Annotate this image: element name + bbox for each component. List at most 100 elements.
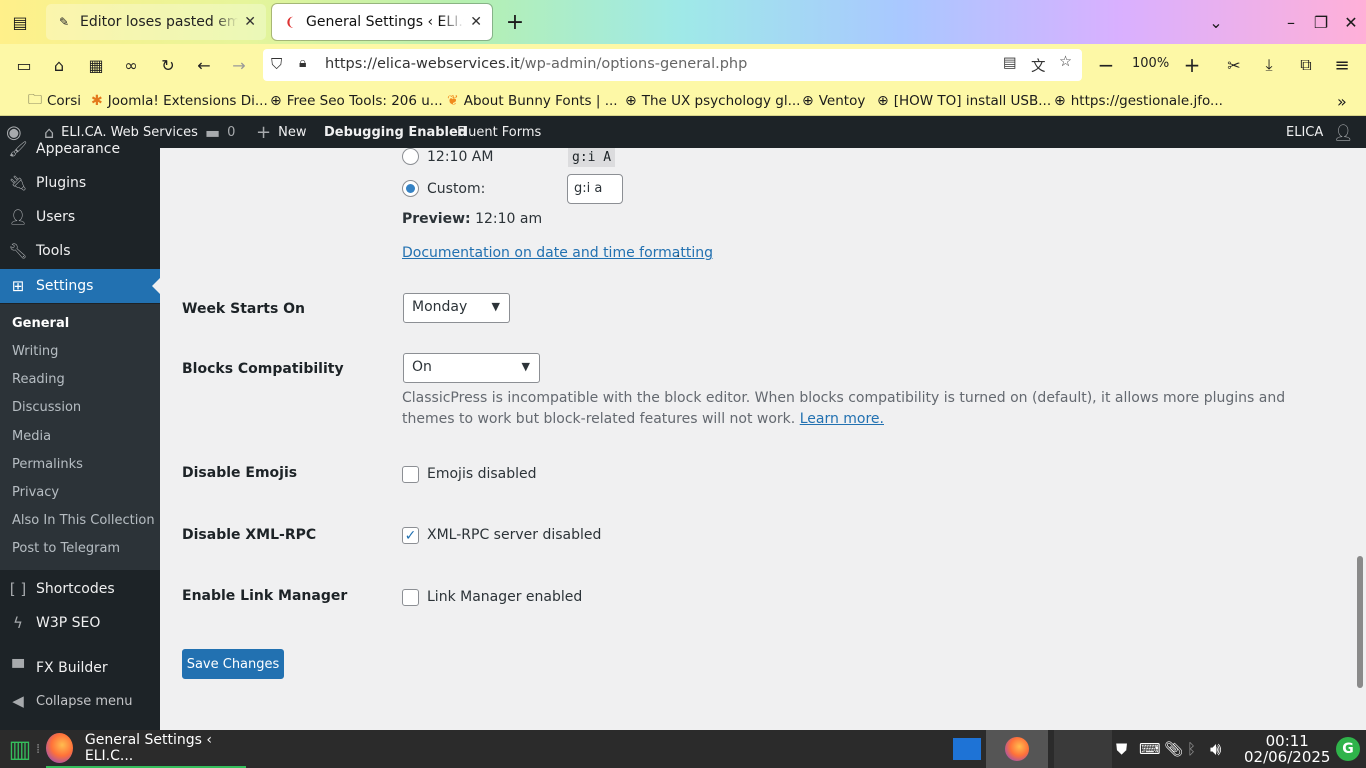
debugging-label: Debugging Enabled [324,124,468,140]
fluent-forms-link[interactable]: Fluent Forms [457,116,541,148]
workspace-empty[interactable] [1054,730,1112,768]
bookmark-folder[interactable]: 🗀 Corsi [28,91,81,111]
zoom-in-icon[interactable]: + [1180,53,1204,77]
workspace-active[interactable] [986,730,1048,768]
submenu-telegram[interactable]: Post to Telegram [12,541,120,556]
emojis-disabled-checkbox[interactable] [402,466,419,483]
bookmark-item[interactable]: ✱ Joomla! Extensions Di... [91,91,268,111]
time-format-radio-custom[interactable] [402,180,419,197]
maximize-icon[interactable]: ❐ [1308,9,1334,35]
bookmark-item[interactable]: ⊕ The UX psychology gl... [625,91,800,111]
extensions-tool-icon[interactable]: ✂ [1222,53,1246,77]
bookmark-star-icon[interactable]: ☆ [1059,54,1072,70]
private-mask-icon[interactable]: ∞ [119,53,143,77]
paperclip-tray-icon[interactable]: 📎︎ [1164,730,1183,768]
link-manager-checkbox[interactable] [402,589,419,606]
bluetooth-tray-icon[interactable]: ᛒ [1187,730,1196,768]
tab-list-icon[interactable]: ⌄ [1203,9,1229,35]
submenu-general[interactable]: General [12,316,69,331]
menu-item-settings[interactable]: ⊞ Settings [0,269,160,303]
menu-item-shortcodes[interactable]: [ ] Shortcodes [0,572,160,606]
puzzle-icon[interactable]: ⧉ [1294,53,1318,77]
menu-item-fxbuilder[interactable]: ▀ FX Builder [0,651,160,685]
blocks-compat-select[interactable]: On ▼ [403,353,540,383]
debugging-enabled-link[interactable]: Debugging Enabled [324,116,467,148]
workspace-icon[interactable] [950,730,984,768]
bookmark-item[interactable]: ❦ About Bunny Fonts | ... [447,91,618,111]
week-starts-select[interactable]: Monday ▼ [403,293,510,323]
bookmark-item[interactable]: ⊕ https://gestionale.jfo... [1054,91,1223,111]
sidebar-toggle-icon[interactable]: ▭ [12,53,36,77]
zoom-level[interactable]: 100% [1132,56,1169,71]
collapse-menu-button[interactable]: ◀ Collapse menu [0,684,160,718]
manjaro-menu-icon[interactable]: ▥ [4,730,36,768]
comments-link[interactable]: ▬ 0 [205,116,235,148]
url-bar[interactable]: ⛉ 🔒︎ https://elica-webservices.it/wp-adm… [263,49,1082,81]
shield-icon[interactable]: ⛉ [271,55,282,73]
zoom-out-icon[interactable]: − [1094,53,1118,77]
save-changes-button[interactable]: Save Changes [182,649,284,679]
menu-item-plugins[interactable]: 🔌︎ Plugins [0,166,160,200]
reader-view-icon[interactable]: ▤ [1003,55,1017,71]
back-icon[interactable]: ← [192,53,216,77]
hamburger-menu-icon[interactable]: ≡ [1330,53,1354,77]
globe-icon: ⊕ [270,93,282,109]
reload-icon[interactable]: ↻ [156,53,180,77]
close-tab-icon[interactable]: ✕ [244,14,256,30]
scrollbar-thumb[interactable] [1357,556,1363,688]
browser-tab-settings[interactable]: ❨ General Settings ‹ ELI.CA. W ✕ [272,4,492,40]
period-text: . [676,245,681,261]
url-domain: https://elica-webservices.it [325,56,520,72]
forward-icon[interactable]: → [227,53,251,77]
custom-time-format-input[interactable]: g:i a [567,174,623,204]
time-format-radio-12h[interactable] [402,148,419,165]
close-window-icon[interactable]: ✕ [1338,9,1364,35]
translate-icon[interactable]: 文 [1031,55,1046,76]
volume-tray-icon[interactable]: 🔊︎ [1210,730,1221,768]
shield-tray-icon[interactable]: ⛊ [1116,730,1127,768]
submenu-collection[interactable]: Also In This Collection [12,513,155,528]
submenu-reading[interactable]: Reading [12,372,65,387]
menu-item-appearance[interactable]: 🖌︎ Appearance [0,132,160,166]
more-bookmarks-icon[interactable]: » [1337,91,1347,111]
url-text[interactable]: https://elica-webservices.it/wp-admin/op… [325,56,747,72]
menu-item-w3pseo[interactable]: ϟ W3P SEO [0,606,160,640]
new-tab-icon[interactable]: + [502,9,528,35]
download-icon[interactable]: ⤓ [1257,53,1281,77]
lock-icon[interactable]: 🔒︎ [299,55,306,71]
clock[interactable]: 00:11 02/06/2025 [1244,733,1330,765]
bookmark-item[interactable]: ⊕ [HOW TO] install USB... [877,91,1051,111]
keyboard-tray-icon[interactable]: ⌨ [1139,730,1161,768]
submenu-discussion[interactable]: Discussion [12,400,81,415]
bookmark-item[interactable]: ⊕ Ventoy [802,91,865,111]
submenu-privacy[interactable]: Privacy [12,485,59,500]
menu-item-users[interactable]: 👤︎ Users [0,200,160,234]
menu-label: Plugins [36,175,87,191]
bookmark-item[interactable]: ⊕ Free Seo Tools: 206 u... [270,91,443,111]
submenu-media[interactable]: Media [12,429,51,444]
learn-more-link[interactable]: Learn more. [800,411,884,427]
comment-icon: ▬ [205,122,221,142]
tab-overview-icon[interactable]: ▤ [7,9,33,35]
user-account-link[interactable]: ELICA 👤︎ [1286,116,1354,148]
date-time-docs-link[interactable]: Documentation on date and time formattin… [402,245,713,261]
page-scrollbar[interactable] [1354,148,1366,730]
paintbrush-icon: 🖌︎ [8,140,28,158]
taskbar-window-firefox[interactable]: General Settings ‹ ELI.C... [46,730,246,768]
update-tray-icon[interactable]: G [1334,730,1362,768]
close-tab-icon[interactable]: ✕ [470,14,482,30]
submenu-permalinks[interactable]: Permalinks [12,457,83,472]
bookmark-label: https://gestionale.jfo... [1070,93,1223,109]
browser-tab-editor[interactable]: ✎ Editor loses pasted emojis ✕ [46,4,266,40]
preview-value: 12:10 am [475,211,543,227]
submenu-writing[interactable]: Writing [12,344,58,359]
menu-item-tools[interactable]: 🔧︎ Tools [0,234,160,268]
xmlrpc-disabled-checkbox[interactable]: ✓ [402,527,419,544]
user-name: ELICA [1286,124,1324,140]
clock-date: 02/06/2025 [1244,748,1331,766]
library-icon[interactable]: ▦ [84,53,108,77]
home-icon[interactable]: ⌂ [47,53,71,77]
minimize-icon[interactable]: – [1278,9,1304,35]
new-content-link[interactable]: + New [256,116,306,148]
time-preview: Preview: 12:10 am [402,211,542,227]
